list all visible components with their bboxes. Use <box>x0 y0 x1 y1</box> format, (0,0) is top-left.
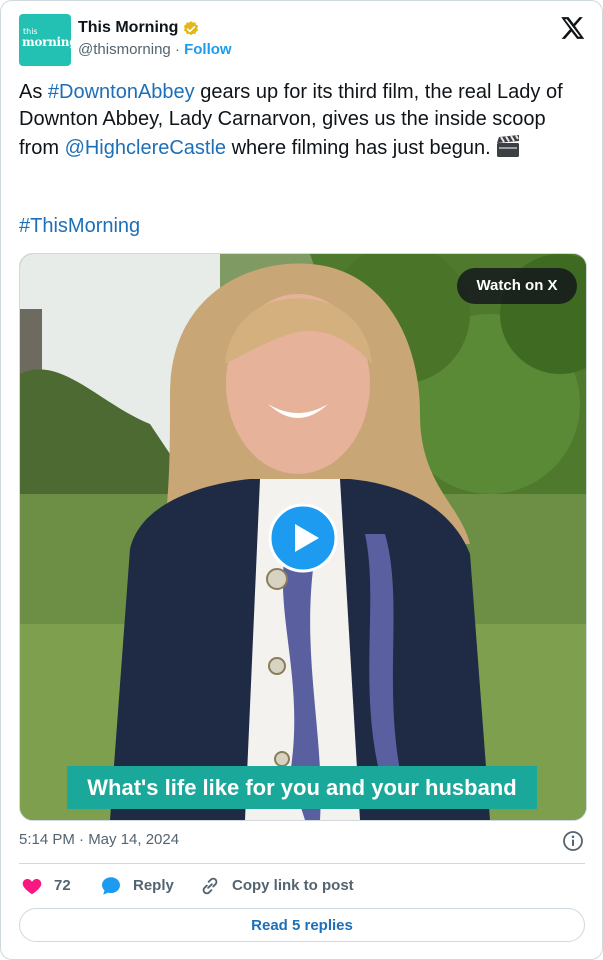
x-logo-icon[interactable] <box>559 15 585 41</box>
handle-separator: · <box>174 41 180 58</box>
reply-label: Reply <box>133 877 174 894</box>
hashtag-thismorning-link[interactable]: #ThisMorning <box>19 213 140 240</box>
author-handle-row: @thismorning · Follow <box>78 41 232 59</box>
like-count: 72 <box>54 877 71 894</box>
author-avatar[interactable]: this morning <box>19 14 78 66</box>
post-text: As #DowntonAbbey gears up for its third … <box>19 79 579 162</box>
post-text-part3: where filming has just begun. <box>226 137 491 159</box>
post-timestamp[interactable]: 5:14 PM · May 14, 2024 <box>19 830 179 850</box>
reply-bubble-icon <box>102 877 120 895</box>
heart-icon <box>22 878 42 895</box>
mention-highclerecastle-link[interactable]: @HighclereCastle <box>65 137 226 159</box>
copy-link-button[interactable]: Copy link to post <box>199 875 369 897</box>
author-name[interactable]: This Morning <box>78 18 178 38</box>
reply-button[interactable]: Reply <box>100 875 180 897</box>
hashtag-downtonabbey-link[interactable]: #DowntonAbbey <box>48 81 195 103</box>
verified-badge-icon <box>183 21 199 36</box>
copy-link-label: Copy link to post <box>232 877 354 894</box>
video-player[interactable]: Watch on X What's life like for you and … <box>19 253 587 821</box>
info-icon[interactable] <box>562 830 584 852</box>
embedded-post-card: this morning This Morning @thismorning ·… <box>0 0 603 960</box>
play-button-icon[interactable] <box>268 503 338 573</box>
video-caption: What's life like for you and your husban… <box>67 766 537 809</box>
divider <box>19 863 585 864</box>
link-icon <box>202 877 218 895</box>
follow-button[interactable]: Follow <box>184 41 232 58</box>
watch-on-x-button[interactable]: Watch on X <box>457 268 577 304</box>
clapper-board-icon <box>496 135 519 157</box>
author-handle[interactable]: @thismorning <box>78 41 171 58</box>
post-text-part1: As <box>19 81 48 103</box>
read-replies-button[interactable]: Read 5 replies <box>19 908 585 942</box>
like-button[interactable]: 72 <box>21 875 81 897</box>
avatar-logo-line2: morning <box>22 35 78 49</box>
